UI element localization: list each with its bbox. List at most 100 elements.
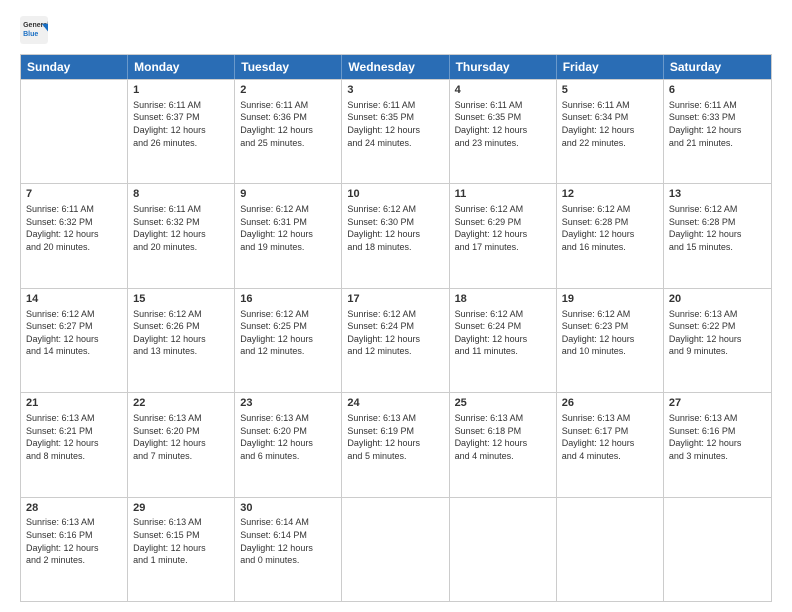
day-cell-2: 2Sunrise: 6:11 AM Sunset: 6:36 PM Daylig… — [235, 80, 342, 183]
day-cell-5: 5Sunrise: 6:11 AM Sunset: 6:34 PM Daylig… — [557, 80, 664, 183]
header-day-sunday: Sunday — [21, 55, 128, 79]
day-info: Sunrise: 6:13 AM Sunset: 6:17 PM Dayligh… — [562, 412, 658, 462]
day-cell-16: 16Sunrise: 6:12 AM Sunset: 6:25 PM Dayli… — [235, 289, 342, 392]
day-info: Sunrise: 6:11 AM Sunset: 6:34 PM Dayligh… — [562, 99, 658, 149]
empty-cell — [450, 498, 557, 601]
day-info: Sunrise: 6:11 AM Sunset: 6:35 PM Dayligh… — [347, 99, 443, 149]
day-cell-9: 9Sunrise: 6:12 AM Sunset: 6:31 PM Daylig… — [235, 184, 342, 287]
day-number: 28 — [26, 501, 122, 516]
day-number: 20 — [669, 292, 766, 307]
day-info: Sunrise: 6:12 AM Sunset: 6:25 PM Dayligh… — [240, 308, 336, 358]
header-day-thursday: Thursday — [450, 55, 557, 79]
day-cell-27: 27Sunrise: 6:13 AM Sunset: 6:16 PM Dayli… — [664, 393, 771, 496]
day-info: Sunrise: 6:11 AM Sunset: 6:32 PM Dayligh… — [26, 203, 122, 253]
day-cell-18: 18Sunrise: 6:12 AM Sunset: 6:24 PM Dayli… — [450, 289, 557, 392]
day-number: 9 — [240, 187, 336, 202]
day-cell-8: 8Sunrise: 6:11 AM Sunset: 6:32 PM Daylig… — [128, 184, 235, 287]
logo-icon: General Blue — [20, 16, 48, 44]
day-info: Sunrise: 6:11 AM Sunset: 6:35 PM Dayligh… — [455, 99, 551, 149]
empty-cell — [21, 80, 128, 183]
day-number: 6 — [669, 83, 766, 98]
header-day-wednesday: Wednesday — [342, 55, 449, 79]
calendar-row-2: 14Sunrise: 6:12 AM Sunset: 6:27 PM Dayli… — [21, 288, 771, 392]
day-cell-20: 20Sunrise: 6:13 AM Sunset: 6:22 PM Dayli… — [664, 289, 771, 392]
day-number: 26 — [562, 396, 658, 411]
day-cell-10: 10Sunrise: 6:12 AM Sunset: 6:30 PM Dayli… — [342, 184, 449, 287]
day-info: Sunrise: 6:12 AM Sunset: 6:31 PM Dayligh… — [240, 203, 336, 253]
day-number: 16 — [240, 292, 336, 307]
day-info: Sunrise: 6:14 AM Sunset: 6:14 PM Dayligh… — [240, 516, 336, 566]
calendar-row-1: 7Sunrise: 6:11 AM Sunset: 6:32 PM Daylig… — [21, 183, 771, 287]
day-info: Sunrise: 6:13 AM Sunset: 6:16 PM Dayligh… — [26, 516, 122, 566]
day-info: Sunrise: 6:11 AM Sunset: 6:36 PM Dayligh… — [240, 99, 336, 149]
page: General Blue SundayMondayTuesdayWednesda… — [0, 0, 792, 612]
header-day-saturday: Saturday — [664, 55, 771, 79]
day-info: Sunrise: 6:12 AM Sunset: 6:26 PM Dayligh… — [133, 308, 229, 358]
day-cell-6: 6Sunrise: 6:11 AM Sunset: 6:33 PM Daylig… — [664, 80, 771, 183]
day-info: Sunrise: 6:12 AM Sunset: 6:30 PM Dayligh… — [347, 203, 443, 253]
day-cell-4: 4Sunrise: 6:11 AM Sunset: 6:35 PM Daylig… — [450, 80, 557, 183]
day-number: 29 — [133, 501, 229, 516]
calendar: SundayMondayTuesdayWednesdayThursdayFrid… — [20, 54, 772, 602]
svg-text:Blue: Blue — [23, 31, 38, 38]
header-day-friday: Friday — [557, 55, 664, 79]
logo: General Blue — [20, 16, 48, 44]
day-info: Sunrise: 6:13 AM Sunset: 6:16 PM Dayligh… — [669, 412, 766, 462]
day-cell-13: 13Sunrise: 6:12 AM Sunset: 6:28 PM Dayli… — [664, 184, 771, 287]
day-number: 7 — [26, 187, 122, 202]
day-cell-11: 11Sunrise: 6:12 AM Sunset: 6:29 PM Dayli… — [450, 184, 557, 287]
day-number: 8 — [133, 187, 229, 202]
day-cell-28: 28Sunrise: 6:13 AM Sunset: 6:16 PM Dayli… — [21, 498, 128, 601]
day-info: Sunrise: 6:13 AM Sunset: 6:20 PM Dayligh… — [240, 412, 336, 462]
day-info: Sunrise: 6:12 AM Sunset: 6:23 PM Dayligh… — [562, 308, 658, 358]
day-cell-14: 14Sunrise: 6:12 AM Sunset: 6:27 PM Dayli… — [21, 289, 128, 392]
day-cell-24: 24Sunrise: 6:13 AM Sunset: 6:19 PM Dayli… — [342, 393, 449, 496]
calendar-row-0: 1Sunrise: 6:11 AM Sunset: 6:37 PM Daylig… — [21, 79, 771, 183]
day-number: 14 — [26, 292, 122, 307]
day-info: Sunrise: 6:12 AM Sunset: 6:27 PM Dayligh… — [26, 308, 122, 358]
day-cell-1: 1Sunrise: 6:11 AM Sunset: 6:37 PM Daylig… — [128, 80, 235, 183]
day-cell-12: 12Sunrise: 6:12 AM Sunset: 6:28 PM Dayli… — [557, 184, 664, 287]
day-info: Sunrise: 6:13 AM Sunset: 6:19 PM Dayligh… — [347, 412, 443, 462]
day-info: Sunrise: 6:13 AM Sunset: 6:21 PM Dayligh… — [26, 412, 122, 462]
day-cell-17: 17Sunrise: 6:12 AM Sunset: 6:24 PM Dayli… — [342, 289, 449, 392]
day-number: 3 — [347, 83, 443, 98]
day-cell-30: 30Sunrise: 6:14 AM Sunset: 6:14 PM Dayli… — [235, 498, 342, 601]
day-number: 11 — [455, 187, 551, 202]
day-info: Sunrise: 6:12 AM Sunset: 6:24 PM Dayligh… — [347, 308, 443, 358]
day-info: Sunrise: 6:13 AM Sunset: 6:20 PM Dayligh… — [133, 412, 229, 462]
day-cell-3: 3Sunrise: 6:11 AM Sunset: 6:35 PM Daylig… — [342, 80, 449, 183]
header-day-tuesday: Tuesday — [235, 55, 342, 79]
day-number: 5 — [562, 83, 658, 98]
day-info: Sunrise: 6:12 AM Sunset: 6:28 PM Dayligh… — [669, 203, 766, 253]
day-info: Sunrise: 6:13 AM Sunset: 6:15 PM Dayligh… — [133, 516, 229, 566]
day-cell-25: 25Sunrise: 6:13 AM Sunset: 6:18 PM Dayli… — [450, 393, 557, 496]
day-number: 1 — [133, 83, 229, 98]
day-number: 23 — [240, 396, 336, 411]
day-cell-19: 19Sunrise: 6:12 AM Sunset: 6:23 PM Dayli… — [557, 289, 664, 392]
calendar-header: SundayMondayTuesdayWednesdayThursdayFrid… — [21, 55, 771, 79]
day-cell-23: 23Sunrise: 6:13 AM Sunset: 6:20 PM Dayli… — [235, 393, 342, 496]
day-info: Sunrise: 6:11 AM Sunset: 6:32 PM Dayligh… — [133, 203, 229, 253]
day-number: 25 — [455, 396, 551, 411]
day-cell-21: 21Sunrise: 6:13 AM Sunset: 6:21 PM Dayli… — [21, 393, 128, 496]
empty-cell — [664, 498, 771, 601]
day-info: Sunrise: 6:11 AM Sunset: 6:33 PM Dayligh… — [669, 99, 766, 149]
day-number: 4 — [455, 83, 551, 98]
day-number: 13 — [669, 187, 766, 202]
day-number: 2 — [240, 83, 336, 98]
calendar-body: 1Sunrise: 6:11 AM Sunset: 6:37 PM Daylig… — [21, 79, 771, 601]
day-number: 22 — [133, 396, 229, 411]
day-number: 15 — [133, 292, 229, 307]
calendar-row-3: 21Sunrise: 6:13 AM Sunset: 6:21 PM Dayli… — [21, 392, 771, 496]
day-number: 12 — [562, 187, 658, 202]
day-number: 18 — [455, 292, 551, 307]
day-number: 17 — [347, 292, 443, 307]
header-day-monday: Monday — [128, 55, 235, 79]
day-info: Sunrise: 6:12 AM Sunset: 6:28 PM Dayligh… — [562, 203, 658, 253]
day-info: Sunrise: 6:12 AM Sunset: 6:24 PM Dayligh… — [455, 308, 551, 358]
empty-cell — [557, 498, 664, 601]
day-number: 27 — [669, 396, 766, 411]
day-cell-26: 26Sunrise: 6:13 AM Sunset: 6:17 PM Dayli… — [557, 393, 664, 496]
day-info: Sunrise: 6:12 AM Sunset: 6:29 PM Dayligh… — [455, 203, 551, 253]
